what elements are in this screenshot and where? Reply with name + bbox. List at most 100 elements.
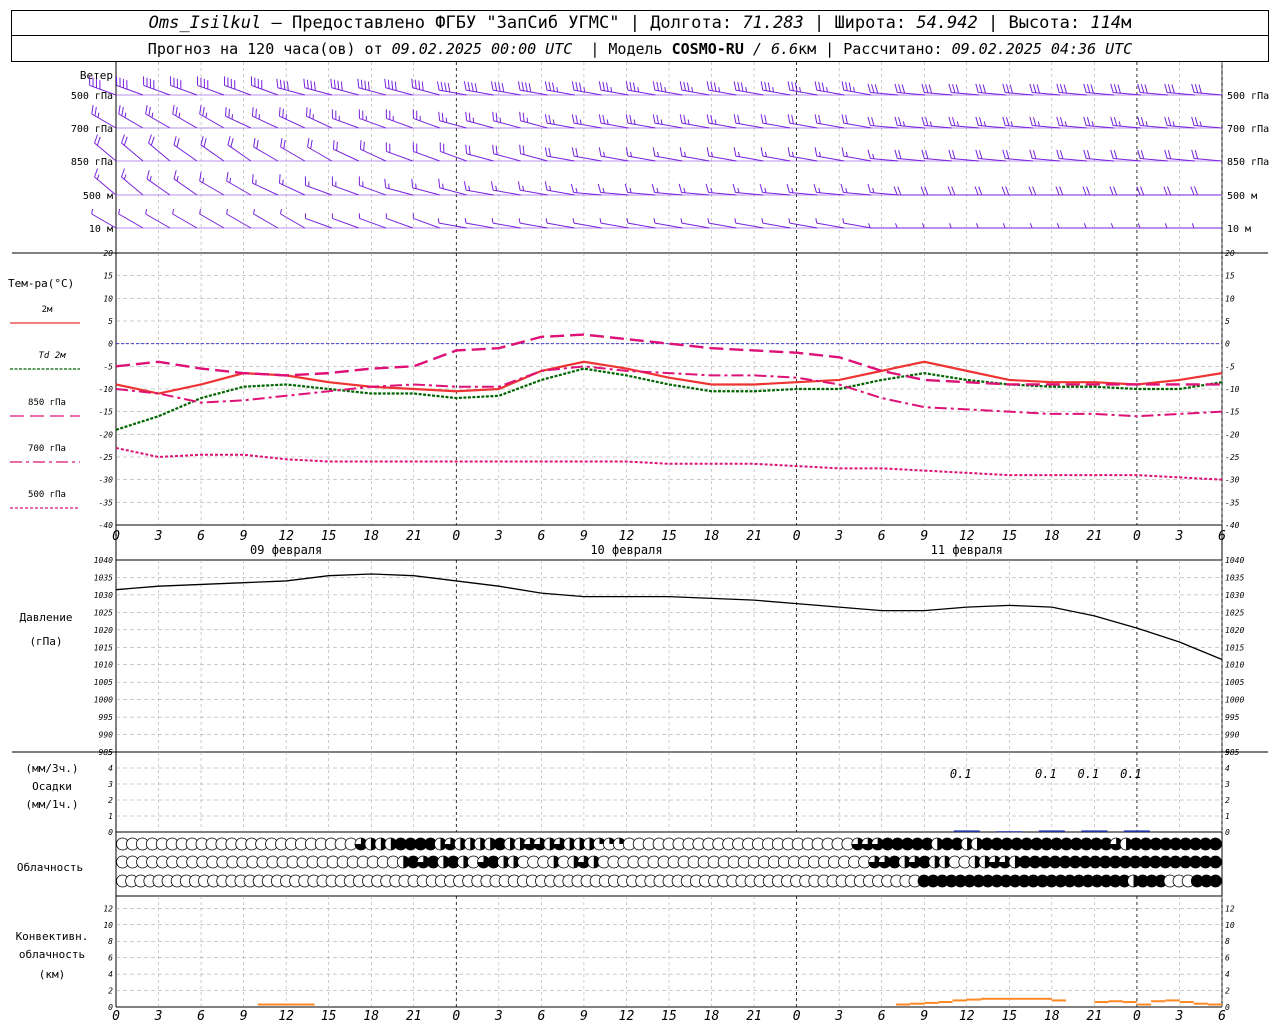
wind-barb-feather — [948, 223, 952, 229]
wind-barb-feather — [468, 185, 471, 191]
y-tick-label: 2 — [108, 987, 113, 996]
y-tick-label: 1005 — [94, 678, 113, 687]
pressure-title: Давление — [20, 611, 73, 624]
wind-barb-staff — [789, 122, 818, 129]
wind-barb-feather — [544, 81, 548, 91]
x-tick-label-bottom: 0 — [452, 1009, 460, 1024]
y-tick-label: 1015 — [94, 643, 113, 652]
x-tick-label-bottom: 3 — [834, 1009, 843, 1024]
x-tick-label: 3 — [494, 529, 503, 544]
wind-barb-staff — [951, 92, 980, 96]
temp-legend-label: 700 гПа — [28, 444, 66, 454]
wind-barb-feather — [150, 136, 155, 146]
wind-barb-feather — [1191, 116, 1195, 126]
wind-barb-feather — [633, 119, 636, 125]
wind-barb-feather — [1140, 150, 1145, 160]
wind-barb-feather — [227, 136, 231, 146]
wind-barb-feather — [360, 79, 363, 89]
wind-barb-feather — [1086, 84, 1091, 94]
wind-barb-staff — [708, 222, 737, 229]
wind-barb-feather — [975, 83, 979, 93]
wind-barb-feather — [280, 138, 283, 148]
x-tick-label: 18 — [1044, 529, 1060, 544]
wind-barb-feather — [711, 151, 713, 157]
wind-barb-staff — [199, 180, 225, 196]
wind-barb-feather — [651, 183, 656, 193]
x-tick-label-bottom: 9 — [240, 1009, 248, 1024]
wind-barb-staff — [789, 89, 818, 96]
y-tick-label: 8 — [108, 937, 113, 946]
wind-barb-feather — [814, 147, 818, 157]
wind-barb-feather — [679, 147, 683, 157]
wind-barb-feather — [1113, 186, 1118, 196]
wind-barb-feather — [1059, 186, 1064, 196]
y-tick-label: 1040 — [1225, 556, 1244, 565]
y-tick-label: 4 — [1225, 970, 1230, 979]
wind-barb-feather — [626, 218, 629, 224]
wind-barb-feather — [791, 81, 794, 91]
wind-row-label-right: 10 м — [1227, 224, 1251, 235]
x-tick-label: 21 — [1087, 529, 1103, 544]
wind-barb-staff — [654, 89, 683, 96]
wind-barb-feather — [226, 208, 228, 215]
wind-barb-staff — [146, 178, 171, 196]
wind-barb-staff — [332, 117, 359, 129]
wind-barb-feather — [96, 174, 100, 180]
wind-barb-feather — [1145, 121, 1148, 127]
wind-barb-feather — [598, 147, 602, 157]
wind-barb-staff — [735, 222, 764, 229]
wind-barb-feather — [925, 84, 929, 94]
wind-barb-feather — [925, 117, 929, 127]
x-tick-label-bottom: 6 — [537, 1009, 545, 1024]
wind-barb-feather — [1109, 186, 1114, 196]
wind-barb-staff — [681, 155, 710, 162]
wind-barb-staff — [627, 155, 656, 162]
wind-barb-feather — [1198, 84, 1202, 94]
wind-barb-feather — [548, 81, 552, 91]
x-tick-label-bottom: 18 — [704, 1009, 720, 1024]
y-tick-label: -30 — [1225, 476, 1240, 485]
wind-barb-feather — [629, 81, 633, 91]
wind-barb-staff — [735, 155, 764, 162]
wind-barb-feather — [679, 81, 683, 91]
wind-barb-feather — [495, 145, 498, 155]
x-tick-label-bottom: 18 — [363, 1009, 379, 1024]
wind-barb-feather — [472, 117, 475, 123]
y-tick-label: -15 — [99, 408, 114, 417]
y-tick-label: 4 — [1225, 764, 1230, 773]
wind-barb-staff — [172, 213, 198, 229]
wind-barb-feather — [1029, 116, 1033, 126]
wind-barb-feather — [1167, 186, 1172, 196]
y-tick-label: 6 — [1225, 954, 1230, 963]
wind-barb-staff — [492, 89, 521, 96]
y-tick-label: 1035 — [1225, 573, 1244, 582]
wind-barb-feather — [1137, 116, 1141, 126]
wind-barb-feather — [447, 83, 451, 93]
x-tick-label: 0 — [793, 529, 801, 544]
y-tick-label: 1025 — [1225, 608, 1244, 617]
y-tick-label: -40 — [99, 521, 114, 530]
wind-barb-staff — [172, 113, 198, 129]
wind-barb-staff — [197, 84, 225, 96]
wind-barb-feather — [544, 114, 548, 124]
x-tick-label: 15 — [1001, 529, 1017, 544]
wind-barb-feather — [278, 174, 281, 184]
wind-barb-feather — [303, 78, 306, 88]
x-tick-label: 21 — [746, 529, 762, 544]
wind-barb-feather — [571, 147, 575, 157]
y-tick-label: -5 — [1225, 362, 1235, 371]
wind-barb-staff — [439, 222, 467, 229]
wind-barb-feather — [1137, 149, 1141, 159]
wind-barb-staff — [173, 144, 198, 162]
precip-annotation: 0.1 — [1035, 767, 1057, 781]
wind-barb-staff — [843, 192, 872, 196]
precip-unit-1h: (мм/1ч.) — [26, 798, 79, 811]
wind-barb-feather — [606, 119, 609, 125]
precip-unit-3h: (мм/3ч.) — [26, 762, 79, 775]
x-tick-label-bottom: 6 — [878, 1009, 886, 1024]
x-tick-label-bottom: 15 — [1001, 1009, 1017, 1024]
wind-barb-feather — [786, 183, 790, 193]
wind-barb-feather — [733, 81, 737, 91]
wind-barb-feather — [253, 138, 256, 148]
wind-barb-feather — [521, 81, 525, 91]
